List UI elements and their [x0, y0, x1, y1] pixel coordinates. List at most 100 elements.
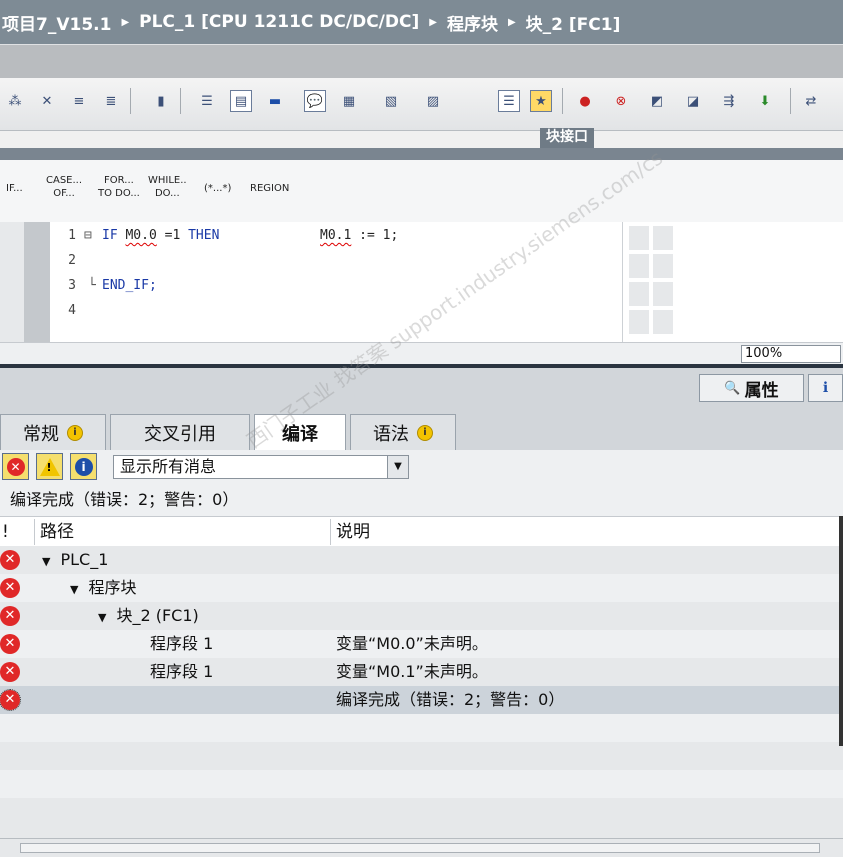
expand-icon[interactable]: ▼: [70, 583, 78, 596]
warning-icon: !: [39, 457, 60, 476]
absolute-operand-icon[interactable]: ▦: [338, 90, 360, 112]
col-path[interactable]: 路径: [40, 517, 74, 547]
error-icon: ✕: [0, 662, 20, 682]
pane-border: [839, 516, 843, 746]
error-icon: ✕: [0, 606, 20, 626]
monitor-icon[interactable]: ◩: [646, 90, 668, 112]
expand-icon[interactable]: ▼: [42, 555, 50, 568]
info-tab-icon[interactable]: ℹ: [808, 374, 843, 402]
table-row[interactable]: ✕ 程序段 1 变量“M0.1”未声明。: [0, 658, 843, 686]
line-number: 1: [68, 228, 76, 243]
insert-row-icon[interactable]: ▮: [150, 90, 172, 112]
error-icon: ✕: [0, 634, 20, 654]
monitor-off-icon[interactable]: ◪: [682, 90, 704, 112]
kw-for[interactable]: FOR... TO DO...: [98, 174, 140, 200]
table-row-empty: [0, 770, 843, 798]
table-row-empty: [0, 714, 843, 742]
editor-toolbar: ⁂ ✕ ≡ ≣ ▮ ☰ ▤ ▬ 💬 ▦ ▧ ▨ ☰ ★ ● ⊗ ◩ ◪ ⇶ ⬇ …: [0, 78, 843, 131]
table-row[interactable]: ✕ ▼ 块_2 (FC1): [0, 602, 843, 630]
set-breakpoint-icon[interactable]: ●: [574, 90, 596, 112]
block-interface-bar: [0, 148, 843, 160]
outdent-icon[interactable]: ≣: [100, 90, 122, 112]
horizontal-scrollbar[interactable]: [0, 838, 843, 857]
editor-gutter: [0, 222, 24, 342]
properties-icon: 🔍: [724, 380, 741, 396]
indent-icon[interactable]: ≡: [68, 90, 90, 112]
table-row[interactable]: ✕ ▼ PLC_1: [0, 546, 843, 574]
filter-info-button[interactable]: i: [70, 453, 97, 480]
list-view-icon[interactable]: ▬: [264, 90, 286, 112]
tab-compile[interactable]: 编译: [254, 414, 346, 451]
breadcrumb-program-blocks[interactable]: 程序块: [447, 10, 498, 35]
split-view-icon[interactable]: ▤: [230, 90, 252, 112]
block-interface-label[interactable]: 块接口: [540, 128, 594, 148]
breadcrumb-separator-icon: ▶: [507, 16, 516, 28]
properties-tab[interactable]: 🔍 属性: [699, 374, 804, 402]
monitor-grid: [622, 222, 843, 342]
breadcrumb-project[interactable]: 项目7_V15.1: [2, 10, 111, 35]
comment-icon[interactable]: 💬: [304, 90, 326, 112]
table-row[interactable]: ✕ 程序段 1 变量“M0.0”未声明。: [0, 630, 843, 658]
symbol-info-icon[interactable]: ▨: [422, 90, 444, 112]
editor-statusbar: 100%: [0, 342, 843, 365]
kw-while[interactable]: WHILE.. DO...: [148, 174, 187, 200]
table-row-empty: [0, 798, 843, 838]
fold-icon[interactable]: ⊟: [84, 228, 92, 243]
align-left-icon[interactable]: ☰: [196, 90, 218, 112]
inspector-header: 🔍 属性 ℹ: [0, 368, 843, 411]
table-row-empty: [0, 742, 843, 770]
code-line-3[interactable]: END_IF;: [102, 278, 157, 293]
line-number: 2: [68, 253, 76, 268]
messages-table-header: ! 路径 说明: [0, 516, 843, 548]
list-box-icon[interactable]: ☰: [498, 90, 520, 112]
col-description[interactable]: 说明: [336, 517, 370, 547]
table-row-selected[interactable]: ✕ 编译完成（错误：2；警告：0）: [0, 686, 843, 714]
table-row[interactable]: ✕ ▼ 程序块: [0, 574, 843, 602]
error-icon: ✕: [0, 689, 21, 711]
kw-if[interactable]: IF...: [6, 182, 23, 195]
breadcrumb-plc[interactable]: PLC_1 [CPU 1211C DC/DC/DC]: [139, 12, 419, 32]
error-icon: ✕: [6, 457, 25, 476]
kw-comment[interactable]: (*...*): [204, 182, 231, 195]
code-line-1[interactable]: IF M0.0 =1 THEN: [102, 228, 219, 243]
kw-region[interactable]: REGION: [250, 182, 289, 195]
fold-end-icon: └: [88, 278, 96, 293]
filter-errors-button[interactable]: ✕: [2, 453, 29, 480]
filter-warnings-button[interactable]: !: [36, 453, 63, 480]
expand-icon[interactable]: ▼: [98, 611, 106, 624]
info-badge-icon: i: [67, 424, 83, 441]
tab-general[interactable]: 常规 i: [0, 414, 106, 450]
message-filter-row: ✕ ! i 显示所有消息 ▼: [0, 450, 843, 484]
chevron-down-icon[interactable]: ▼: [387, 456, 408, 478]
editor-margin: [24, 222, 50, 342]
favorites-icon[interactable]: ★: [530, 90, 552, 112]
clear-breakpoint-icon[interactable]: ⊗: [610, 90, 632, 112]
insert-network-icon[interactable]: ⁂: [4, 90, 26, 112]
download-icon[interactable]: ⬇: [754, 90, 776, 112]
compile-summary: 编译完成（错误：2；警告：0）: [0, 484, 843, 516]
scl-instruction-row: IF... CASE... OF... FOR... TO DO... WHILE.…: [0, 160, 843, 223]
line-number: 4: [68, 303, 76, 318]
message-filter-select[interactable]: 显示所有消息 ▼: [113, 455, 409, 479]
tab-cross-reference[interactable]: 交叉引用: [110, 414, 250, 450]
error-icon: ✕: [0, 550, 20, 570]
go-to-icon[interactable]: ⇶: [718, 90, 740, 112]
info-badge-icon: i: [417, 424, 433, 441]
line-number: 3: [68, 278, 76, 293]
code-line-1-statement[interactable]: M0.1 := 1;: [320, 228, 398, 243]
breadcrumb-separator-icon: ▶: [121, 16, 130, 28]
scrollbar-thumb[interactable]: [20, 843, 820, 853]
breadcrumb-separator-icon: ▶: [429, 16, 437, 28]
delete-network-icon[interactable]: ✕: [36, 90, 58, 112]
col-flag[interactable]: !: [2, 517, 9, 547]
error-icon: ✕: [0, 578, 20, 598]
kw-case[interactable]: CASE... OF...: [46, 174, 82, 200]
symbol-operand-icon[interactable]: ▧: [380, 90, 402, 112]
editor-subheader: [0, 44, 843, 79]
tab-syntax[interactable]: 语法 i: [350, 414, 456, 450]
info-icon: i: [74, 457, 93, 476]
compare-icon[interactable]: ⇄: [800, 90, 822, 112]
zoom-select[interactable]: 100%: [741, 345, 841, 363]
breadcrumb-block[interactable]: 块_2 [FC1]: [526, 10, 621, 35]
editor-breadcrumb: 项目7_V15.1 ▶ PLC_1 [CPU 1211C DC/DC/DC] ▶…: [0, 0, 843, 44]
